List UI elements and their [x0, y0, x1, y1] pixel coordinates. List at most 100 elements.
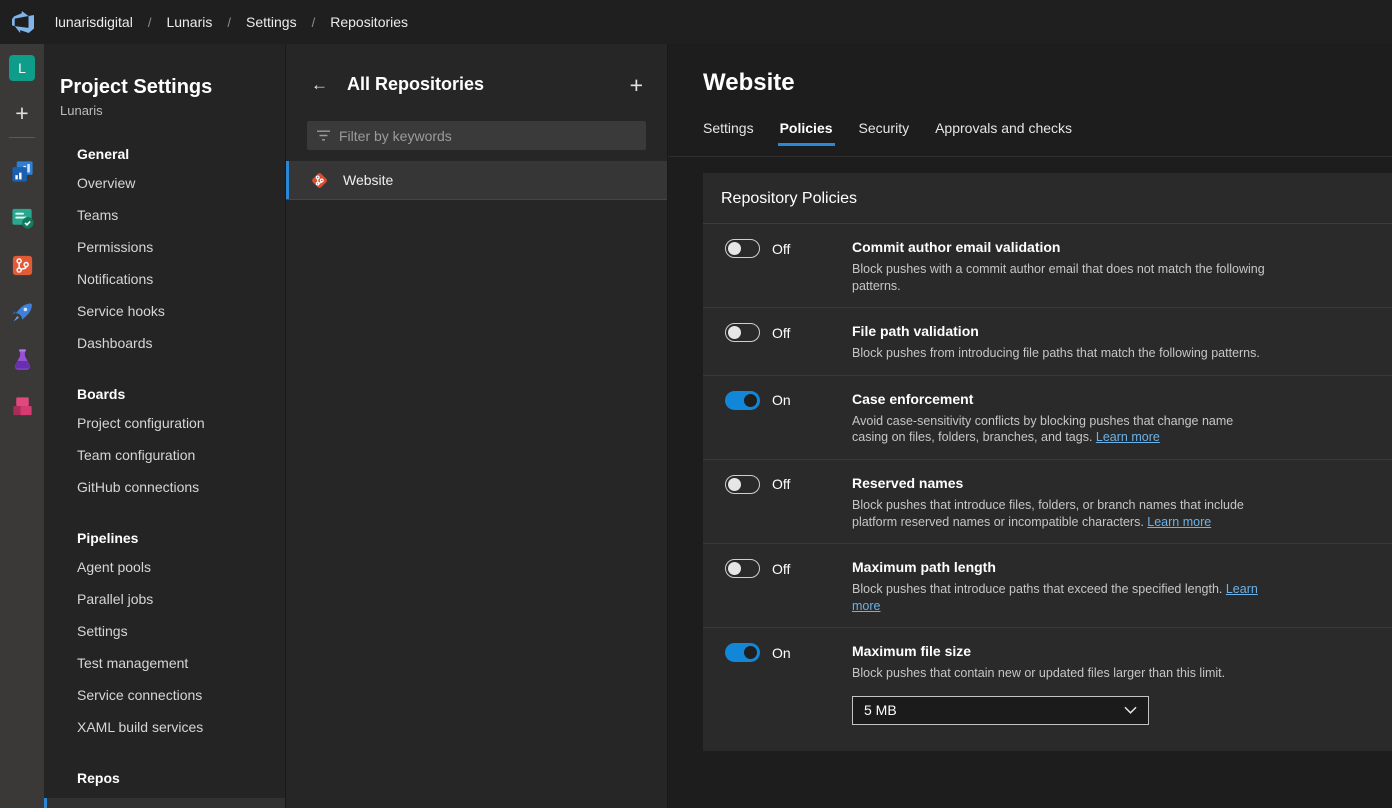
policy-text: Reserved names Block pushes that introduc…: [852, 474, 1272, 530]
azure-devops-logo-icon[interactable]: [0, 11, 46, 33]
repositories-panel-title: All Repositories: [347, 74, 630, 95]
boards-icon[interactable]: [8, 204, 36, 232]
learn-more-link[interactable]: Learn more: [1147, 515, 1211, 529]
tab-policies[interactable]: Policies: [780, 120, 833, 144]
sidebar-item-repositories-partial[interactable]: [44, 798, 285, 808]
add-repository-icon[interactable]: +: [630, 75, 643, 95]
policy-title: Reserved names: [852, 474, 1272, 492]
toggle-state-label: Off: [772, 476, 790, 492]
sidebar-section-boards: Boards: [77, 385, 285, 403]
policy-row-file-path-validation: Off File path validation Block pushes from…: [703, 308, 1392, 376]
breadcrumb-item-lunarisdigital[interactable]: lunarisdigital: [55, 14, 133, 30]
policy-title: Maximum path length: [852, 558, 1272, 576]
sidebar-item-test-management[interactable]: Test management: [44, 647, 285, 679]
policy-text: Maximum path lengthBlock pushes that int…: [852, 558, 1272, 614]
toggle-reserved-names[interactable]: [725, 475, 760, 494]
toggle-maximum-file-size[interactable]: [725, 643, 760, 662]
toggle-state-label: Off: [772, 561, 790, 577]
overview-icon[interactable]: [8, 157, 36, 185]
policy-description: Block pushes that contain new or updated…: [852, 665, 1272, 682]
policy-text: Maximum file sizeBlock pushes that conta…: [852, 642, 1272, 725]
sidebar-item-agent-pools[interactable]: Agent pools: [44, 551, 285, 583]
sidebar-item-overview[interactable]: Overview: [44, 167, 285, 199]
breadcrumb-item-lunaris[interactable]: Lunaris: [166, 14, 212, 30]
app-body: L + Project Settings Lunaris GeneralOver…: [0, 44, 1392, 808]
policy-row-maximum-path-length: Off Maximum path lengthBlock pushes that …: [703, 544, 1392, 628]
project-settings-sidebar: Project Settings Lunaris GeneralOverview…: [44, 44, 285, 808]
repo-name: Website: [343, 172, 393, 188]
sidebar-section-general: General: [77, 145, 285, 163]
toggle-knob: [728, 562, 741, 575]
toggle-state-label: Off: [772, 325, 790, 341]
learn-more-link[interactable]: Learn more: [1096, 430, 1160, 444]
toggle-knob: [744, 394, 757, 407]
sidebar-item-service-connections[interactable]: Service connections: [44, 679, 285, 711]
sidebar-item-notifications[interactable]: Notifications: [44, 263, 285, 295]
breadcrumb-separator: /: [227, 15, 231, 30]
toggle-state-label: On: [772, 392, 791, 408]
sidebar-section-pipelines: Pipelines: [77, 529, 285, 547]
sidebar-item-parallel-jobs[interactable]: Parallel jobs: [44, 583, 285, 615]
max-file-size-dropdown[interactable]: 5 MB: [852, 696, 1149, 725]
card-title: Repository Policies: [703, 173, 1392, 224]
toggle-wrap: Off: [725, 475, 852, 494]
tab-security[interactable]: Security: [859, 120, 910, 144]
toggle-wrap: Off: [725, 239, 852, 258]
dropdown-value: 5 MB: [864, 702, 897, 718]
test-plans-icon[interactable]: [8, 345, 36, 373]
left-rail: L +: [0, 44, 44, 808]
policy-title: File path validation: [852, 322, 1272, 340]
tab-settings[interactable]: Settings: [703, 120, 754, 144]
policy-description: Block pushes that introduce files, folde…: [852, 497, 1272, 530]
toggle-knob: [728, 326, 741, 339]
breadcrumb-item-settings[interactable]: Settings: [246, 14, 297, 30]
policy-description: Avoid case-sensitivity conflicts by bloc…: [852, 413, 1272, 446]
artifacts-icon[interactable]: [8, 392, 36, 420]
breadcrumb-item-repositories[interactable]: Repositories: [330, 14, 408, 30]
policy-list: OffCommit author email validationBlock p…: [703, 224, 1392, 751]
policy-row-maximum-file-size: On Maximum file sizeBlock pushes that con…: [703, 628, 1392, 751]
toggle-case-enforcement[interactable]: [725, 391, 760, 410]
add-project-item-icon[interactable]: +: [15, 102, 28, 124]
breadcrumb-separator: /: [312, 15, 316, 30]
toggle-commit-author-email-validation[interactable]: [725, 239, 760, 258]
sidebar-item-github-connections[interactable]: GitHub connections: [44, 471, 285, 503]
policy-title: Case enforcement: [852, 390, 1272, 408]
policy-description: Block pushes with a commit author email …: [852, 261, 1272, 294]
learn-more-link[interactable]: Learn more: [852, 582, 1258, 613]
tabbar: Settings Policies Security Approvals and ch…: [703, 120, 1392, 144]
sidebar-item-project-configuration[interactable]: Project configuration: [44, 407, 285, 439]
sidebar-item-team-configuration[interactable]: Team configuration: [44, 439, 285, 471]
sidebar-item-service-hooks[interactable]: Service hooks: [44, 295, 285, 327]
sidebar-subtitle: Lunaris: [60, 103, 285, 119]
sidebar-item-dashboards[interactable]: Dashboards: [44, 327, 285, 359]
toggle-maximum-path-length[interactable]: [725, 559, 760, 578]
project-avatar[interactable]: L: [9, 55, 35, 81]
sidebar-item-teams[interactable]: Teams: [44, 199, 285, 231]
repo-item-website[interactable]: Website: [286, 161, 667, 200]
pipelines-icon[interactable]: [8, 298, 36, 326]
back-arrow-icon[interactable]: ←: [311, 75, 328, 95]
toggle-knob: [744, 646, 757, 659]
sidebar-item-permissions[interactable]: Permissions: [44, 231, 285, 263]
policy-text: Commit author email validationBlock push…: [852, 238, 1272, 294]
toggle-wrap: Off: [725, 559, 852, 578]
chevron-down-icon: [1124, 706, 1137, 714]
toggle-wrap: On: [725, 391, 852, 410]
toggle-file-path-validation[interactable]: [725, 323, 760, 342]
rail-icons: [8, 138, 36, 420]
git-repo-icon: [309, 170, 330, 191]
page-title: Website: [703, 68, 1392, 98]
toggle-state-label: On: [772, 645, 791, 661]
sidebar-item-xaml-build-services[interactable]: XAML build services: [44, 711, 285, 743]
policy-text: Case enforcement Avoid case-sensitivity c…: [852, 390, 1272, 446]
tab-divider: [668, 156, 1392, 157]
policy-description: Block pushes from introducing file paths…: [852, 345, 1272, 362]
tab-approvals-and-checks[interactable]: Approvals and checks: [935, 120, 1072, 144]
repo-filter-input[interactable]: [339, 128, 636, 144]
toggle-knob: [728, 478, 741, 491]
repo-filter-box: [307, 121, 646, 150]
repositories-panel: ← All Repositories + Website: [285, 44, 668, 808]
sidebar-item-settings[interactable]: Settings: [44, 615, 285, 647]
repos-icon[interactable]: [8, 251, 36, 279]
